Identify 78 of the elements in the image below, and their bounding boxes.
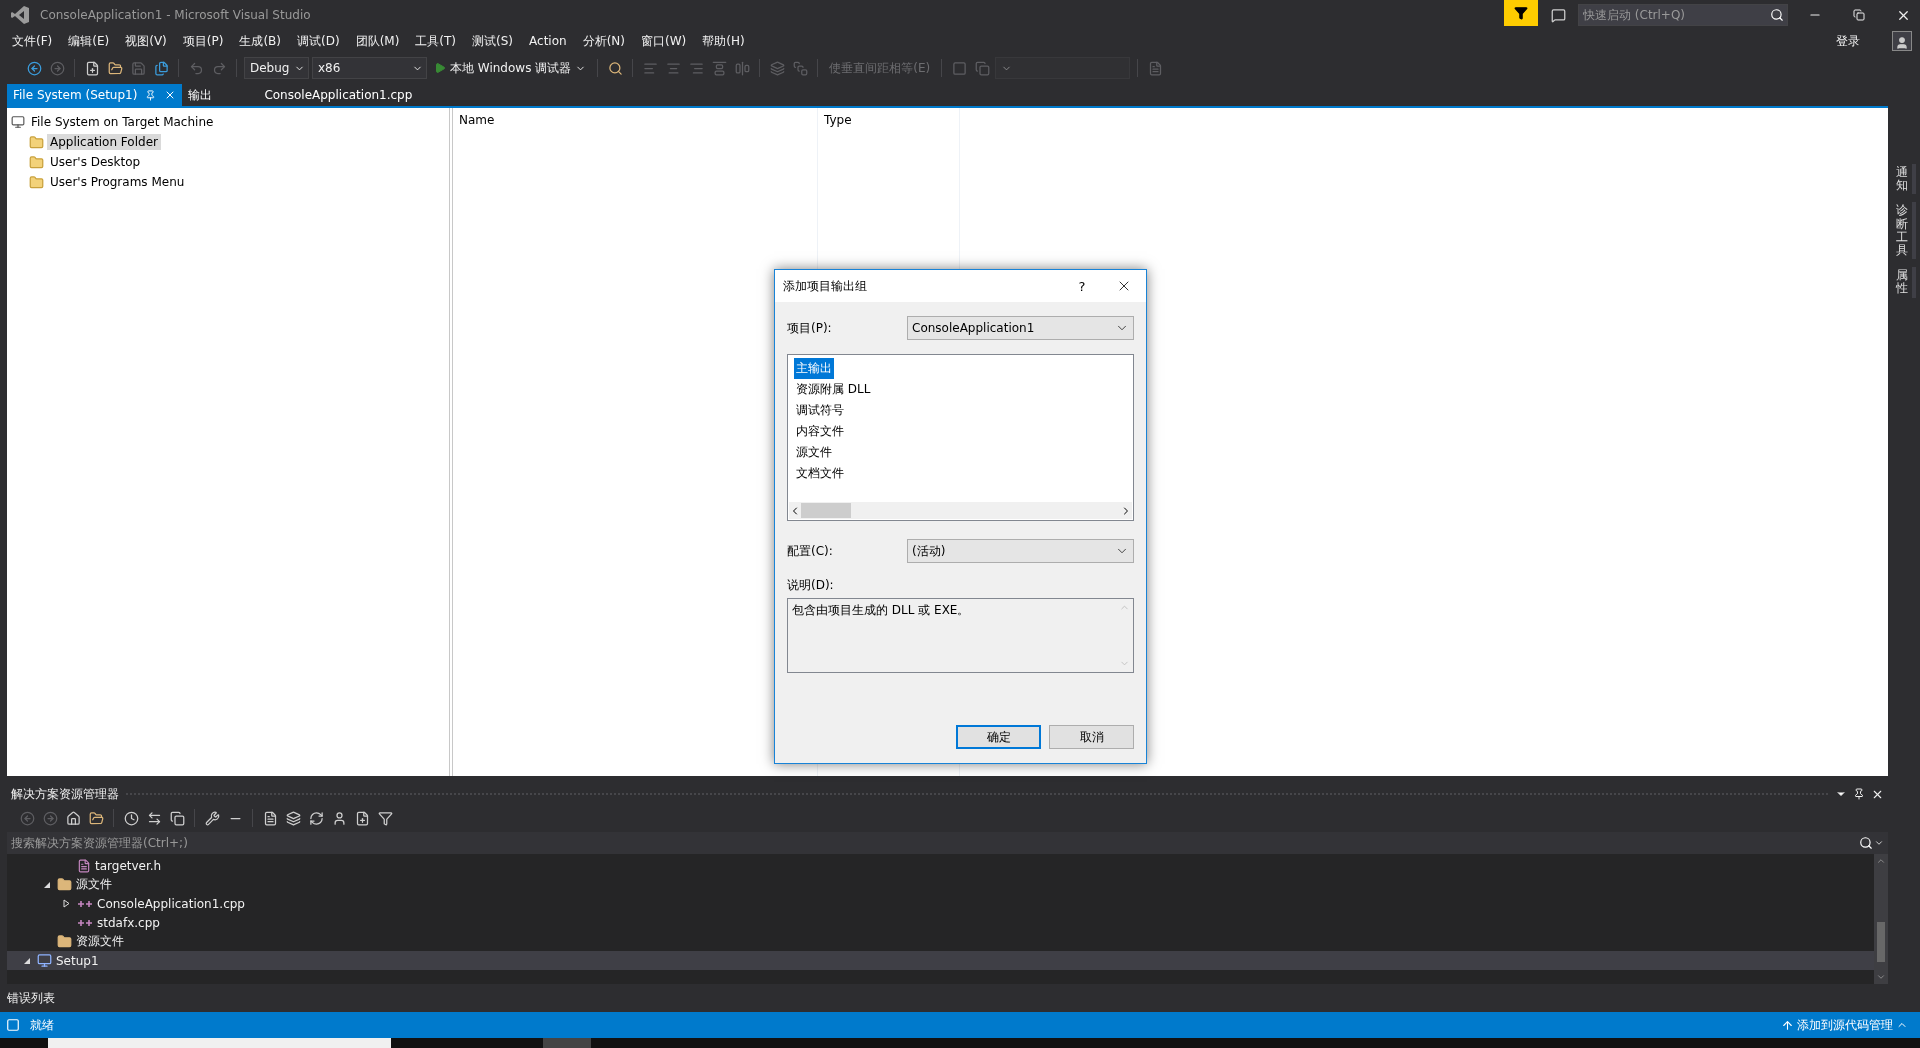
menu-item[interactable]: 帮助(H) [694,30,753,52]
panel-title: 解决方案资源管理器 [11,785,119,803]
panel-tab[interactable]: 错误列表 [7,989,55,1007]
monitor-icon [37,953,52,968]
tree-row[interactable]: ConsoleApplication1.cpp [7,894,1874,913]
side-tab[interactable]: 诊断工具 [1892,202,1916,260]
configuration-dropdown[interactable]: Debug [244,57,309,79]
tree-row[interactable]: 资源文件 [7,932,1874,951]
configuration-dropdown[interactable]: (活动) [907,539,1134,563]
collapsed-arrow-icon[interactable] [63,899,71,908]
menu-item[interactable]: 项目(P) [174,30,232,52]
tree-item[interactable]: File System on Target Machine [28,114,217,130]
sign-in-link[interactable]: 登录 [1828,30,1868,52]
tree-item[interactable]: User's Desktop [47,154,144,170]
quick-launch-field[interactable]: 快速启动 (Ctrl+Q) [1578,4,1788,26]
file-icon [77,858,91,873]
side-tab[interactable]: 通知 [1892,164,1916,195]
pin-icon[interactable] [1853,788,1865,800]
tree-label: 资源文件 [76,933,124,950]
document-tab[interactable]: ConsoleApplication1.cpp [258,84,419,106]
status-icon [6,1018,20,1032]
platform-dropdown[interactable]: x86 [312,57,427,79]
expanded-arrow-icon[interactable] [43,880,51,889]
menu-item[interactable]: 窗口(W) [632,30,695,52]
tree-label: Setup1 [56,953,99,968]
folder-icon [57,877,72,892]
menu-item[interactable]: 生成(B) [231,30,289,52]
tree-label: 源文件 [76,876,112,893]
menu-item[interactable]: 团队(M) [347,30,408,52]
source-control-button[interactable]: 添加到源代码管理 [1775,1015,1914,1035]
expanded-arrow-icon[interactable] [23,956,31,965]
dialog-button[interactable]: 取消 [1049,725,1134,749]
menu-item[interactable]: 调试(D) [289,30,348,52]
status-text: 就绪 [30,1016,54,1034]
tree-label: targetver.h [95,858,162,873]
tree-row[interactable]: 源文件 [7,875,1874,894]
menu-item[interactable]: 分析(N) [574,30,633,52]
scrollbar[interactable] [789,502,1132,519]
dialog-button[interactable]: 确定 [956,725,1041,749]
side-tab[interactable]: 属性 [1892,267,1916,298]
search-icon[interactable] [1770,8,1784,22]
menu-item[interactable]: Action [521,32,575,50]
folder-icon [29,174,44,190]
computer-icon [11,115,25,129]
search-field[interactable]: 搜索解决方案资源管理器(Ctrl+;) [7,832,1888,854]
scrollbar[interactable] [1874,854,1888,984]
window-title: ConsoleApplication1 - Microsoft Visual Studio [40,8,312,22]
menu-item[interactable]: 测试(S) [464,30,522,52]
list-item[interactable]: 主输出 [794,358,834,379]
tree-row[interactable]: Setup1 [7,951,1874,970]
scrollbar-thumb[interactable] [1877,922,1885,962]
start-debugging-button[interactable]: 本地 Windows 调试器 [430,59,591,77]
up-arrow-icon [1781,1018,1794,1032]
tree-label: ConsoleApplication1.cpp [97,896,245,911]
tree-label: stdafx.cpp [97,915,160,930]
menu-item[interactable]: 文件(F) [4,30,61,52]
menu-item[interactable]: 编辑(E) [60,30,118,52]
document-tab[interactable]: 输出 [182,84,219,106]
search-icon[interactable] [1859,836,1873,850]
account-icon[interactable] [1892,31,1912,51]
scrollbar-thumb[interactable] [801,503,851,518]
folder-icon [57,934,72,949]
funnel-icon [1514,6,1528,20]
help-button[interactable]: ? [1062,271,1102,301]
folder-icon [29,154,44,170]
play-icon [434,62,446,74]
project-dropdown[interactable]: ConsoleApplication1 [907,316,1134,340]
feedback-button[interactable] [1504,0,1538,26]
visual-studio-logo [10,5,30,25]
caret-icon[interactable] [1874,838,1884,848]
menu-item[interactable]: 视图(V) [117,30,175,52]
restore-icon [1853,9,1865,21]
menu-item[interactable]: 工具(T) [407,30,465,52]
tree-item[interactable]: User's Programs Menu [47,174,188,190]
tree-row[interactable]: stdafx.cpp [7,913,1874,932]
folder-icon [29,134,44,150]
tree-row[interactable]: targetver.h [7,856,1874,875]
tree-item[interactable]: Application Folder [47,134,161,150]
